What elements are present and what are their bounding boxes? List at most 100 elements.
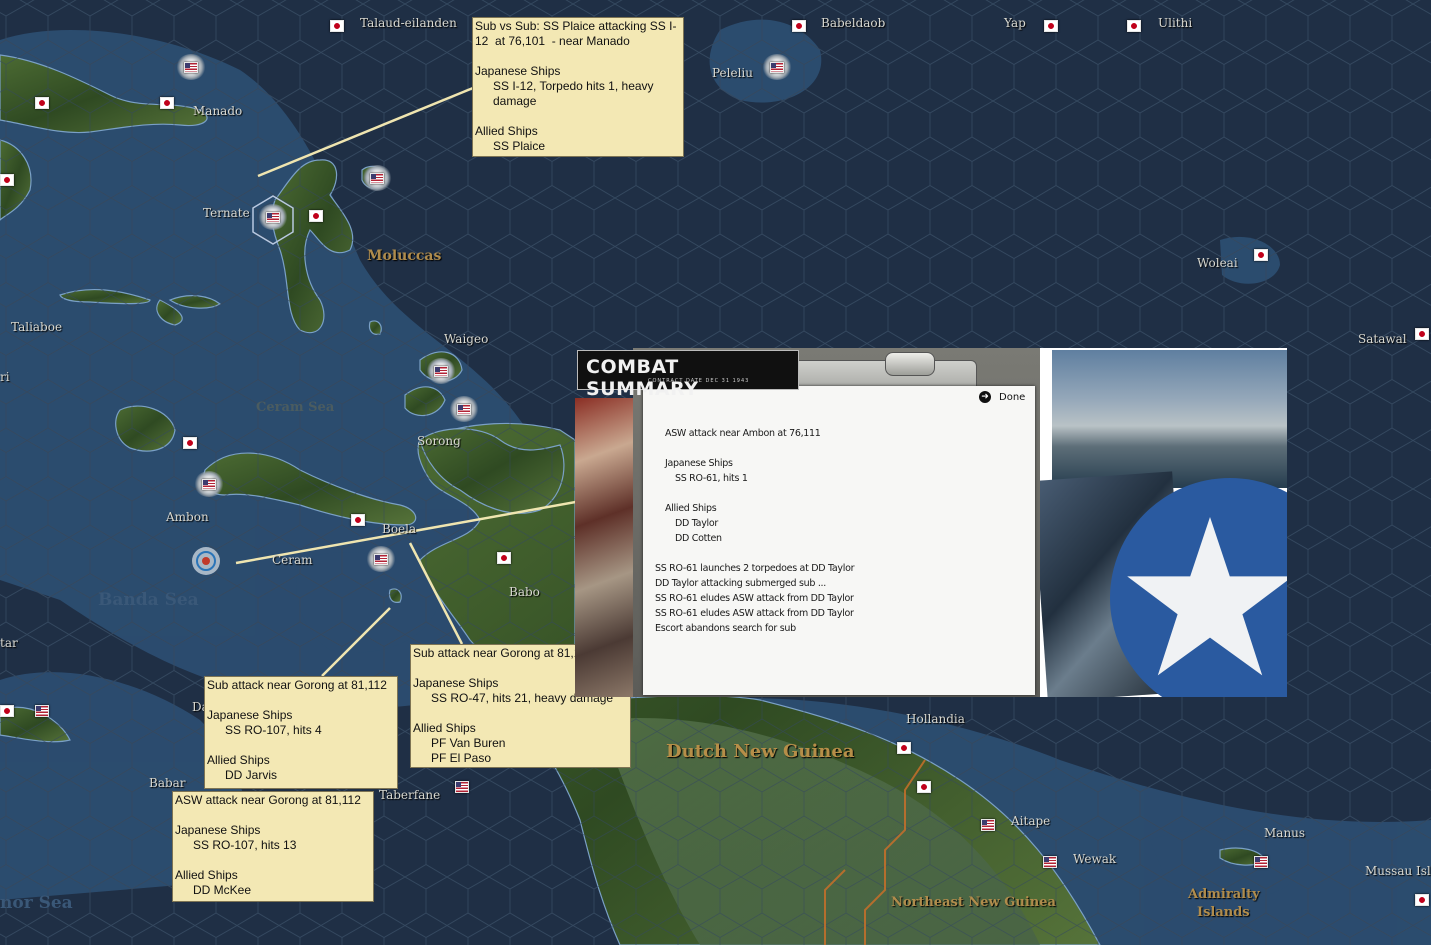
place-woleai: Woleai [1197,256,1238,270]
us-base-flag-icon[interactable] [1043,856,1057,868]
place-manado: Manado [193,104,243,118]
report-japanese-header: Japanese Ships [175,823,261,837]
target-marker-icon[interactable] [192,547,220,575]
place-waigeo: Waigeo [444,332,489,346]
task-force-icon[interactable] [194,471,224,497]
summary-log-line: DD Taylor attacking submerged sub ... [655,578,826,589]
report-japanese-ship: SS RO-107, hits 13 [193,838,297,852]
jp-base-flag-icon[interactable] [1254,249,1268,261]
place-ambon: Ambon [166,510,209,524]
jp-base-flag-icon[interactable] [792,20,806,32]
report-allied-ship: PF El Paso [431,751,492,765]
jp-base-flag-icon[interactable] [309,210,323,222]
jp-base-flag-icon[interactable] [183,437,197,449]
report-allied-ship: DD McKee [193,883,252,897]
combat-report-plaice[interactable]: Sub vs Sub: SS Plaice attacking SS I-12 … [472,17,684,157]
place-taberfane: Taberfane [379,788,441,802]
task-force-icon[interactable] [449,396,479,422]
jp-base-flag-icon[interactable] [1415,328,1429,340]
place-hollandia: Hollandia [906,712,965,726]
clipboard-clip-knob [885,352,935,376]
report-allied-ship: PF Van Buren [431,736,506,750]
place-yap: Yap [1004,16,1026,30]
region-ceram-sea: Ceram Sea [256,400,335,415]
jp-base-flag-icon[interactable] [330,20,344,32]
place-taliaboe: Taliaboe [11,320,63,334]
place-mussau: Mussau Isla [1365,864,1431,878]
task-force-icon[interactable] [762,54,792,80]
region-admiralty: Admiralty [1188,887,1260,902]
task-force-icon[interactable] [258,204,288,230]
battleship-photo [1052,350,1287,488]
jp-base-flag-icon[interactable] [351,514,365,526]
combat-summary-dialog[interactable]: COMBAT SUMMARY CONTRACT DATE DEC 31 1943… [575,348,1287,697]
jp-base-flag-icon[interactable] [0,705,14,717]
us-base-flag-icon[interactable] [981,819,995,831]
summary-log-line: Escort abandons search for sub [655,623,796,634]
region-timor-sea: nor Sea [0,893,73,913]
place-ceram: Ceram [272,553,313,567]
report-title: Sub vs Sub: SS Plaice attacking SS I-12 … [475,19,677,48]
place-satawal: Satawal [1358,332,1407,346]
combat-summary-text: ASW attack near Ambon at 76,111 Japanese… [655,426,1030,636]
summary-allied-ship: DD Taylor [675,518,718,529]
combat-report-ro107-asw[interactable]: ASW attack near Gorong at 81,112 Japanes… [172,791,374,902]
dialog-photo-collage [1040,348,1287,697]
task-force-icon[interactable] [362,165,392,191]
jp-base-flag-icon[interactable] [897,742,911,754]
summary-allied-ship: DD Cotten [675,533,722,544]
star-icon [1127,517,1287,676]
place-ternate: Ternate [203,206,250,220]
dialog-subtitle: CONTRACT DATE DEC 31 1943 [648,378,750,384]
region-northeast-new-guinea: Northeast New Guinea [891,895,1056,910]
summary-log-line: SS RO-61 eludes ASW attack from DD Taylo… [655,593,854,604]
region-admiralty-islands: Islands [1197,905,1250,920]
place-boela: Boela [382,522,417,536]
jp-base-flag-icon[interactable] [917,781,931,793]
report-title: Sub attack near Gorong at 81,112 [207,678,387,692]
summary-log-line: SS RO-61 eludes ASW attack from DD Taylo… [655,608,854,619]
jp-base-flag-icon[interactable] [1127,20,1141,32]
jp-base-flag-icon[interactable] [0,174,14,186]
place-talaud: Talaud-eilanden [360,16,457,30]
report-allied-ship: SS Plaice [493,139,546,153]
jp-base-flag-icon[interactable] [1415,894,1429,906]
task-force-icon[interactable] [176,54,206,80]
place-tar: tar [0,636,18,650]
place-manus: Manus [1264,826,1306,840]
summary-log-line: SS RO-61 launches 2 torpedoes at DD Tayl… [655,563,855,574]
place-aitape: Aitape [1011,814,1051,828]
combat-report-ro107-sub[interactable]: Sub attack near Gorong at 81,112 Japanes… [204,676,398,789]
place-ri: ri [0,370,10,384]
report-allied-ship: DD Jarvis [225,768,278,782]
place-peleliu: Peleliu [712,66,753,80]
report-allied-header: Allied Ships [413,721,476,735]
us-base-flag-icon[interactable] [455,781,469,793]
summary-japanese-header: Japanese Ships [665,458,733,469]
region-dutch-new-guinea: Dutch New Guinea [666,741,855,762]
jp-base-flag-icon[interactable] [35,97,49,109]
summary-heading: ASW attack near Ambon at 76,111 [665,428,821,439]
done-label: Done [999,391,1026,403]
combat-summary-title: COMBAT SUMMARY CONTRACT DATE DEC 31 1943 [577,350,799,400]
report-allied-header: Allied Ships [175,868,238,882]
us-base-flag-icon[interactable] [35,705,49,717]
region-banda-sea: Banda Sea [98,590,199,610]
summary-japanese-ship: SS RO-61, hits 1 [675,473,748,484]
region-moluccas: Moluccas [367,248,442,264]
task-force-icon[interactable] [366,546,396,572]
us-base-flag-icon[interactable] [1254,856,1268,868]
report-allied-header: Allied Ships [475,124,538,138]
arrow-right-icon: ➜ [979,391,991,403]
jp-base-flag-icon[interactable] [160,97,174,109]
place-babeldaob: Babeldaob [821,16,886,30]
jp-base-flag-icon[interactable] [497,552,511,564]
place-ulithi: Ulithi [1158,16,1193,30]
place-wewak: Wewak [1073,852,1117,866]
done-button[interactable]: ➜ Done [979,388,1025,406]
report-japanese-header: Japanese Ships [475,64,561,78]
place-babo: Babo [509,585,540,599]
task-force-icon[interactable] [426,358,456,384]
jp-base-flag-icon[interactable] [1044,20,1058,32]
place-babar: Babar [149,776,186,790]
